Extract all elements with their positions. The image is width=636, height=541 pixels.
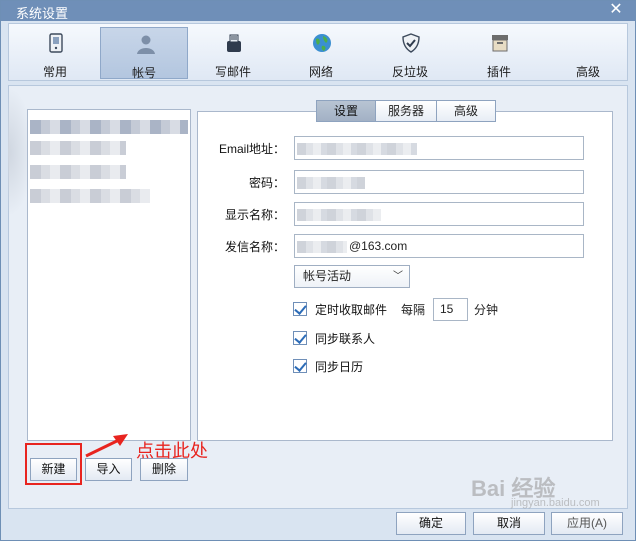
email-field[interactable] xyxy=(294,136,584,160)
chevron-down-icon: ﹀ xyxy=(393,271,403,282)
toolbar-item-account[interactable]: 帐号 xyxy=(100,27,188,80)
toolbar-label-account: 帐号 xyxy=(131,66,156,80)
fetch-mail-checkbox[interactable] xyxy=(293,302,307,316)
watermark-logo: Bai 经验 jingyan.baidu.com xyxy=(471,471,621,516)
redacted-value xyxy=(297,241,347,253)
sender-name-value: @163.com xyxy=(349,239,408,253)
display-name-field[interactable] xyxy=(294,202,584,226)
shield-icon xyxy=(402,33,420,53)
box-icon xyxy=(492,35,508,52)
sender-name-label: 发信名称： xyxy=(224,240,285,254)
settings-toolbar: 常用 帐号 写邮件 网络 反垃圾 插件 高级 xyxy=(8,23,628,81)
toolbar-item-general[interactable]: 常用 xyxy=(11,27,99,79)
globe-icon xyxy=(313,34,331,52)
toolbar-item-compose[interactable]: 写邮件 xyxy=(189,27,277,79)
password-field[interactable] xyxy=(294,170,584,194)
list-item[interactable] xyxy=(30,189,150,203)
display-name-label: 显示名称： xyxy=(224,208,285,222)
tab-advanced[interactable]: 高级 xyxy=(436,100,496,122)
close-icon[interactable]: ✕ xyxy=(609,2,623,18)
sync-contacts-checkbox[interactable] xyxy=(293,331,307,345)
toolbar-label-advanced: 高级 xyxy=(575,65,600,79)
user-icon xyxy=(137,35,155,54)
toolbar-label-plugins: 插件 xyxy=(486,65,511,79)
list-item[interactable] xyxy=(30,165,126,179)
list-item[interactable] xyxy=(30,120,188,134)
sync-contacts-label: 同步联系人 xyxy=(315,332,376,346)
fetch-interval-unit: 分钟 xyxy=(474,303,499,317)
tab-server[interactable]: 服务器 xyxy=(375,100,437,122)
toolbar-item-advanced[interactable]: 高级 xyxy=(544,27,632,79)
ok-button[interactable]: 确定 xyxy=(396,512,466,535)
compose-icon xyxy=(227,34,241,52)
password-label: 密码： xyxy=(248,176,285,190)
annotation-arrow-icon xyxy=(85,434,128,458)
annotation-text: 点击此处 xyxy=(136,441,208,462)
toolbar-label-compose: 写邮件 xyxy=(214,65,251,79)
watermark-url: jingyan.baidu.com xyxy=(511,497,600,509)
redacted-value xyxy=(297,143,417,155)
settings-window: 系统设置 ✕ 常用 帐号 写邮件 网络 反垃圾 插件 高级 设置 服务器 高级 … xyxy=(0,0,636,541)
import-account-button[interactable]: 导入 xyxy=(85,458,132,481)
annotation-highlight xyxy=(25,443,82,485)
fetch-interval-prefix: 每隔 xyxy=(401,303,426,317)
phone-icon xyxy=(49,33,63,53)
account-status-select[interactable]: 帐号活动 ﹀ xyxy=(294,265,410,288)
account-status-value: 帐号活动 xyxy=(303,269,352,283)
toolbar-item-plugins[interactable]: 插件 xyxy=(455,27,543,79)
toolbar-label-general: 常用 xyxy=(42,65,67,79)
email-label: Email地址： xyxy=(218,142,285,156)
tab-settings[interactable]: 设置 xyxy=(316,100,376,122)
window-title: 系统设置 xyxy=(16,6,69,21)
sender-name-field[interactable]: @163.com xyxy=(294,234,584,258)
fetch-interval-input[interactable]: 15 xyxy=(433,298,468,321)
toolbar-item-antispam[interactable]: 反垃圾 xyxy=(366,27,454,79)
toolbar-label-antispam: 反垃圾 xyxy=(391,65,428,79)
sync-calendar-label: 同步日历 xyxy=(315,360,364,374)
toolbar-label-network: 网络 xyxy=(308,65,333,79)
fetch-mail-label: 定时收取邮件 xyxy=(315,303,388,317)
redacted-value xyxy=(297,177,365,189)
title-bar[interactable]: 系统设置 ✕ xyxy=(1,1,635,21)
redacted-value xyxy=(297,209,381,221)
list-item[interactable] xyxy=(30,141,126,155)
toolbar-item-network[interactable]: 网络 xyxy=(277,27,365,79)
account-list[interactable] xyxy=(27,109,191,441)
sync-calendar-checkbox[interactable] xyxy=(293,359,307,373)
